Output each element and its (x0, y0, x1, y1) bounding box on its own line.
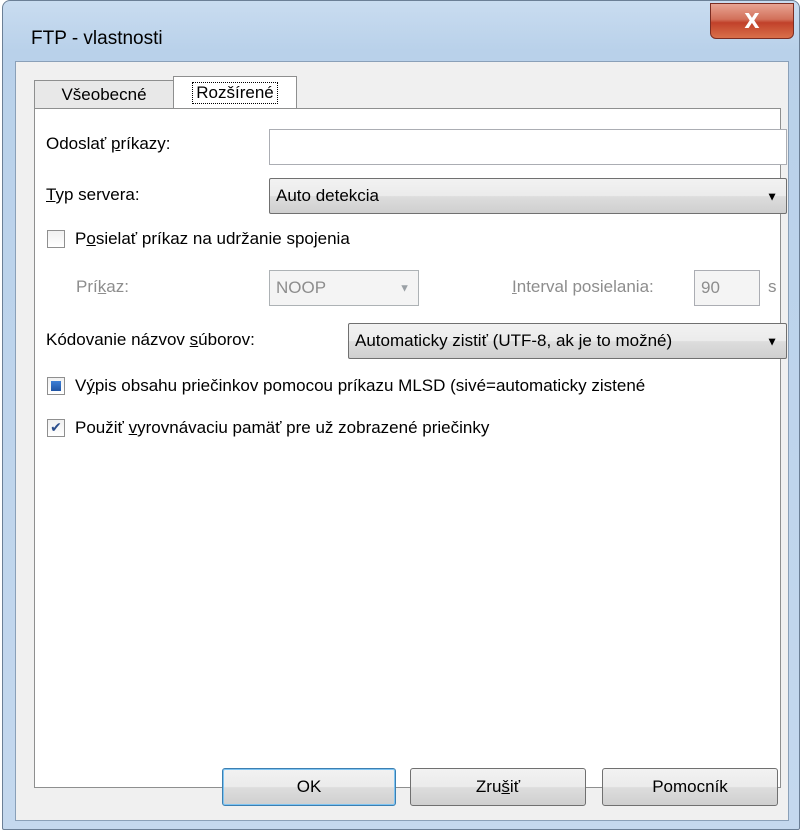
chevron-down-icon: ▼ (399, 282, 410, 295)
keepalive-label[interactable]: Posielať príkaz na udržanie spojenia (75, 229, 350, 249)
file-name-encoding-select[interactable]: Automaticky zistiť (UTF-8, ak je to možn… (348, 323, 787, 359)
help-button-label: Pomocník (652, 777, 728, 796)
cache-label[interactable]: Použiť vyrovnávaciu pamäť pre už zobraze… (75, 418, 489, 438)
server-type-select[interactable]: Auto detekcia ▼ (269, 178, 787, 214)
tab-general-label: Všeobecné (61, 84, 147, 104)
ok-button[interactable]: OK (222, 768, 396, 806)
window-title: FTP - vlastnosti (31, 28, 163, 49)
send-commands-label: Odoslať príkazy: (46, 134, 171, 153)
tab-advanced[interactable]: Rozšírené (173, 76, 297, 108)
close-icon: X (744, 9, 760, 33)
mlsd-checkbox[interactable] (47, 377, 65, 395)
help-button[interactable]: Pomocník (602, 768, 778, 806)
mlsd-label[interactable]: Výpis obsahu priečinkov pomocou príkazu … (75, 376, 781, 396)
keepalive-command-label: Príkaz: (76, 277, 129, 296)
chevron-down-icon: ▼ (766, 189, 778, 204)
indeterminate-mark-icon (51, 381, 61, 391)
file-name-encoding-value: Automaticky zistiť (UTF-8, ak je to možn… (355, 331, 673, 350)
dialog-window: FTP - vlastnosti X Všeobecné Rozšírené O… (2, 0, 800, 830)
keepalive-command-value: NOOP (276, 278, 327, 297)
tab-general[interactable]: Všeobecné (34, 80, 174, 108)
cancel-button[interactable]: Zrušiť (410, 768, 586, 806)
chevron-down-icon: ▼ (766, 334, 778, 349)
tab-advanced-label: Rozšírené (192, 81, 278, 104)
keepalive-interval-input[interactable]: 90 (694, 270, 760, 306)
file-name-encoding-label: Kódovanie názvov súborov: (46, 330, 255, 349)
cache-checkbox[interactable]: ✔ (47, 419, 65, 437)
keepalive-interval-unit: s (768, 277, 777, 296)
send-commands-input[interactable] (269, 129, 787, 165)
advanced-tab-panel: Odoslať príkazy: Typ servera: Auto detek… (34, 108, 787, 788)
server-type-value: Auto detekcia (276, 186, 380, 205)
keepalive-command-select[interactable]: NOOP ▼ (269, 270, 419, 306)
cancel-button-label: Zrušiť (475, 777, 521, 796)
close-button[interactable]: X (710, 3, 794, 39)
checkmark-icon: ✔ (50, 420, 62, 436)
keepalive-interval-label: Interval posielania: (512, 277, 654, 296)
server-type-label: Typ servera: (46, 185, 140, 204)
ok-button-label: OK (296, 777, 322, 796)
dialog-client-area: Všeobecné Rozšírené Odoslať príkazy: Typ… (15, 61, 789, 821)
keepalive-checkbox[interactable] (47, 230, 65, 248)
